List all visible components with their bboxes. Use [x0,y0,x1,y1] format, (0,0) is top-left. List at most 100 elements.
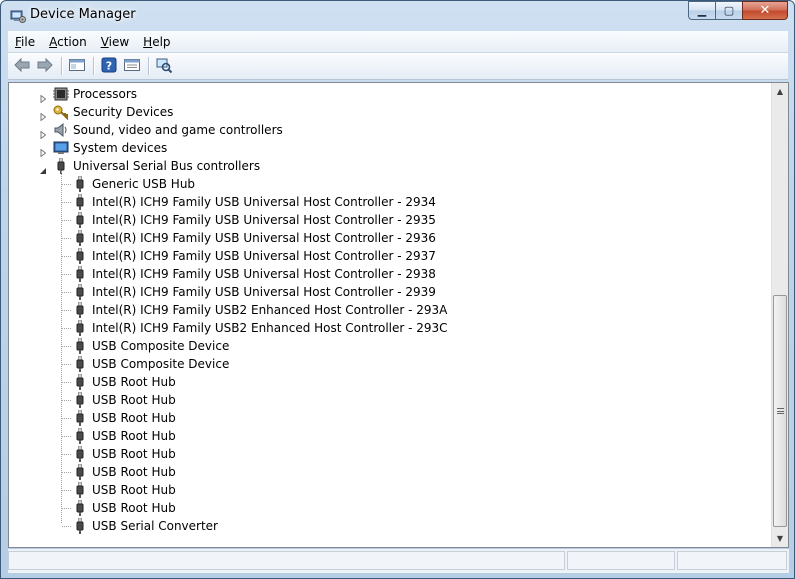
status-bar [8,549,789,573]
tree-connector-line [62,400,71,401]
expand-triangle-icon[interactable] [39,144,47,158]
tree-device-item[interactable]: Intel(R) ICH9 Family USB Universal Host … [9,229,771,247]
scroll-down-button[interactable]: ▼ [772,530,788,547]
tree-item-label: Intel(R) ICH9 Family USB Universal Host … [92,213,436,227]
tree-device-item[interactable]: USB Root Hub [9,499,771,517]
menu-bar: File Action View Help [8,31,788,53]
help-button[interactable]: ? [98,55,120,77]
tree-device-item[interactable]: Intel(R) ICH9 Family USB2 Enhanced Host … [9,319,771,337]
expand-triangle-icon[interactable] [39,126,47,140]
tree-device-item[interactable]: USB Composite Device [9,337,771,355]
tree-device-item[interactable]: Intel(R) ICH9 Family USB Universal Host … [9,247,771,265]
tree-connector-line [62,256,71,257]
toolbar-separator [93,57,94,75]
tree-connector-line [62,508,71,509]
tree-device-item[interactable]: Intel(R) ICH9 Family USB2 Enhanced Host … [9,301,771,319]
menu-label-rest: iew [108,34,130,49]
scroll-up-button[interactable]: ▲ [772,83,788,100]
menu-mnemonic: A [49,34,58,49]
tree-device-item[interactable]: USB Root Hub [9,391,771,409]
tree-connector-line [62,292,71,293]
tree-item-label: Intel(R) ICH9 Family USB Universal Host … [92,249,436,263]
back-button[interactable] [11,55,33,77]
tree-connector-line [62,238,71,239]
usb-plug-icon [72,409,88,426]
tree-connector-line [62,418,71,419]
tree-item-label: USB Composite Device [92,339,230,353]
menu-label-rest: elp [152,34,171,49]
tree-device-item[interactable]: Intel(R) ICH9 Family USB Universal Host … [9,265,771,283]
close-button[interactable]: ✕ [742,1,788,20]
expand-triangle-icon[interactable] [39,108,47,122]
tree-category-item[interactable]: System devices [9,139,771,158]
tree-item-label: System devices [73,141,168,155]
tree-item-label: Intel(R) ICH9 Family USB Universal Host … [92,231,436,245]
device-manager-window: Device Manager ▁ ▢ ✕ File Action View Help [0,0,795,579]
tree-item-label: USB Root Hub [92,483,176,497]
tree-item-label: USB Serial Converter [92,519,218,533]
tree-device-item[interactable]: USB Root Hub [9,481,771,499]
tree-item-label: Security Devices [73,105,174,119]
speaker-icon [53,122,69,138]
tree-category-item[interactable]: Processors [9,85,771,104]
tree-connector-line [62,202,71,203]
tree-item-label: USB Root Hub [92,411,176,425]
tree-device-item[interactable]: USB Serial Converter [9,517,771,535]
show-hide-console-tree-button[interactable] [66,55,88,77]
properties-icon [123,57,141,76]
tree-item-label: Intel(R) ICH9 Family USB Universal Host … [92,195,436,209]
usb-plug-icon [72,373,88,390]
usb-plug-icon [72,427,88,444]
properties-button[interactable] [121,55,143,77]
maximize-icon: ▢ [723,4,735,17]
menu-mnemonic: H [143,34,153,49]
show-hide-console-tree-icon [68,57,86,76]
tree-device-item[interactable]: USB Root Hub [9,445,771,463]
tree-connector-line [62,220,71,221]
tree-connector-line [62,436,71,437]
maximize-button[interactable]: ▢ [715,1,742,20]
minimize-button[interactable]: ▁ [688,1,715,20]
usb-plug-icon [72,193,88,210]
tree-category-item[interactable]: Sound, video and game controllers [9,121,771,140]
tree-item-label: USB Root Hub [92,393,176,407]
tree-category-item[interactable]: Security Devices [9,103,771,122]
scroll-thumb[interactable] [773,295,787,527]
close-icon: ✕ [759,3,771,18]
monitor-icon [53,140,69,156]
device-tree[interactable]: Processors Security Devices Sound, video a… [9,85,771,535]
menu-file[interactable]: File [8,32,42,52]
tree-device-item[interactable]: USB Root Hub [9,409,771,427]
tree-device-item[interactable]: USB Composite Device [9,355,771,373]
tree-connector-line [62,274,71,275]
usb-plug-icon [72,265,88,282]
tree-device-item[interactable]: USB Root Hub [9,373,771,391]
tree-device-item[interactable]: Intel(R) ICH9 Family USB Universal Host … [9,211,771,229]
status-panel [8,551,565,570]
usb-plug-icon [72,229,88,246]
help-icon: ? [101,57,117,76]
usb-plug-icon [72,499,88,516]
menu-action[interactable]: Action [42,32,94,52]
tree-device-item[interactable]: Intel(R) ICH9 Family USB Universal Host … [9,193,771,211]
menu-help[interactable]: Help [136,32,177,52]
vertical-scrollbar[interactable]: ▲ ▼ [771,83,788,547]
tree-device-item[interactable]: Intel(R) ICH9 Family USB Universal Host … [9,283,771,301]
title-bar[interactable]: Device Manager ▁ ▢ ✕ [1,1,794,31]
expand-triangle-icon[interactable] [39,90,47,104]
tree-device-item[interactable]: USB Root Hub [9,463,771,481]
scan-hardware-changes-button[interactable] [153,55,175,77]
tree-device-item[interactable]: USB Root Hub [9,427,771,445]
device-tree-pane[interactable]: Processors Security Devices Sound, video a… [8,82,789,548]
tree-item-label: Intel(R) ICH9 Family USB2 Enhanced Host … [92,321,448,335]
tree-item-label: USB Root Hub [92,375,176,389]
grip-icon [776,408,784,414]
collapse-triangle-icon[interactable] [39,162,47,174]
menu-view[interactable]: View [94,32,136,52]
tree-item-label: USB Root Hub [92,465,176,479]
tree-item-label: Sound, video and game controllers [73,123,283,137]
tree-category-item[interactable]: Universal Serial Bus controllers [9,157,771,175]
minimize-icon: ▁ [697,4,707,17]
tree-device-item[interactable]: Generic USB Hub [9,175,771,193]
forward-button[interactable] [34,55,56,77]
